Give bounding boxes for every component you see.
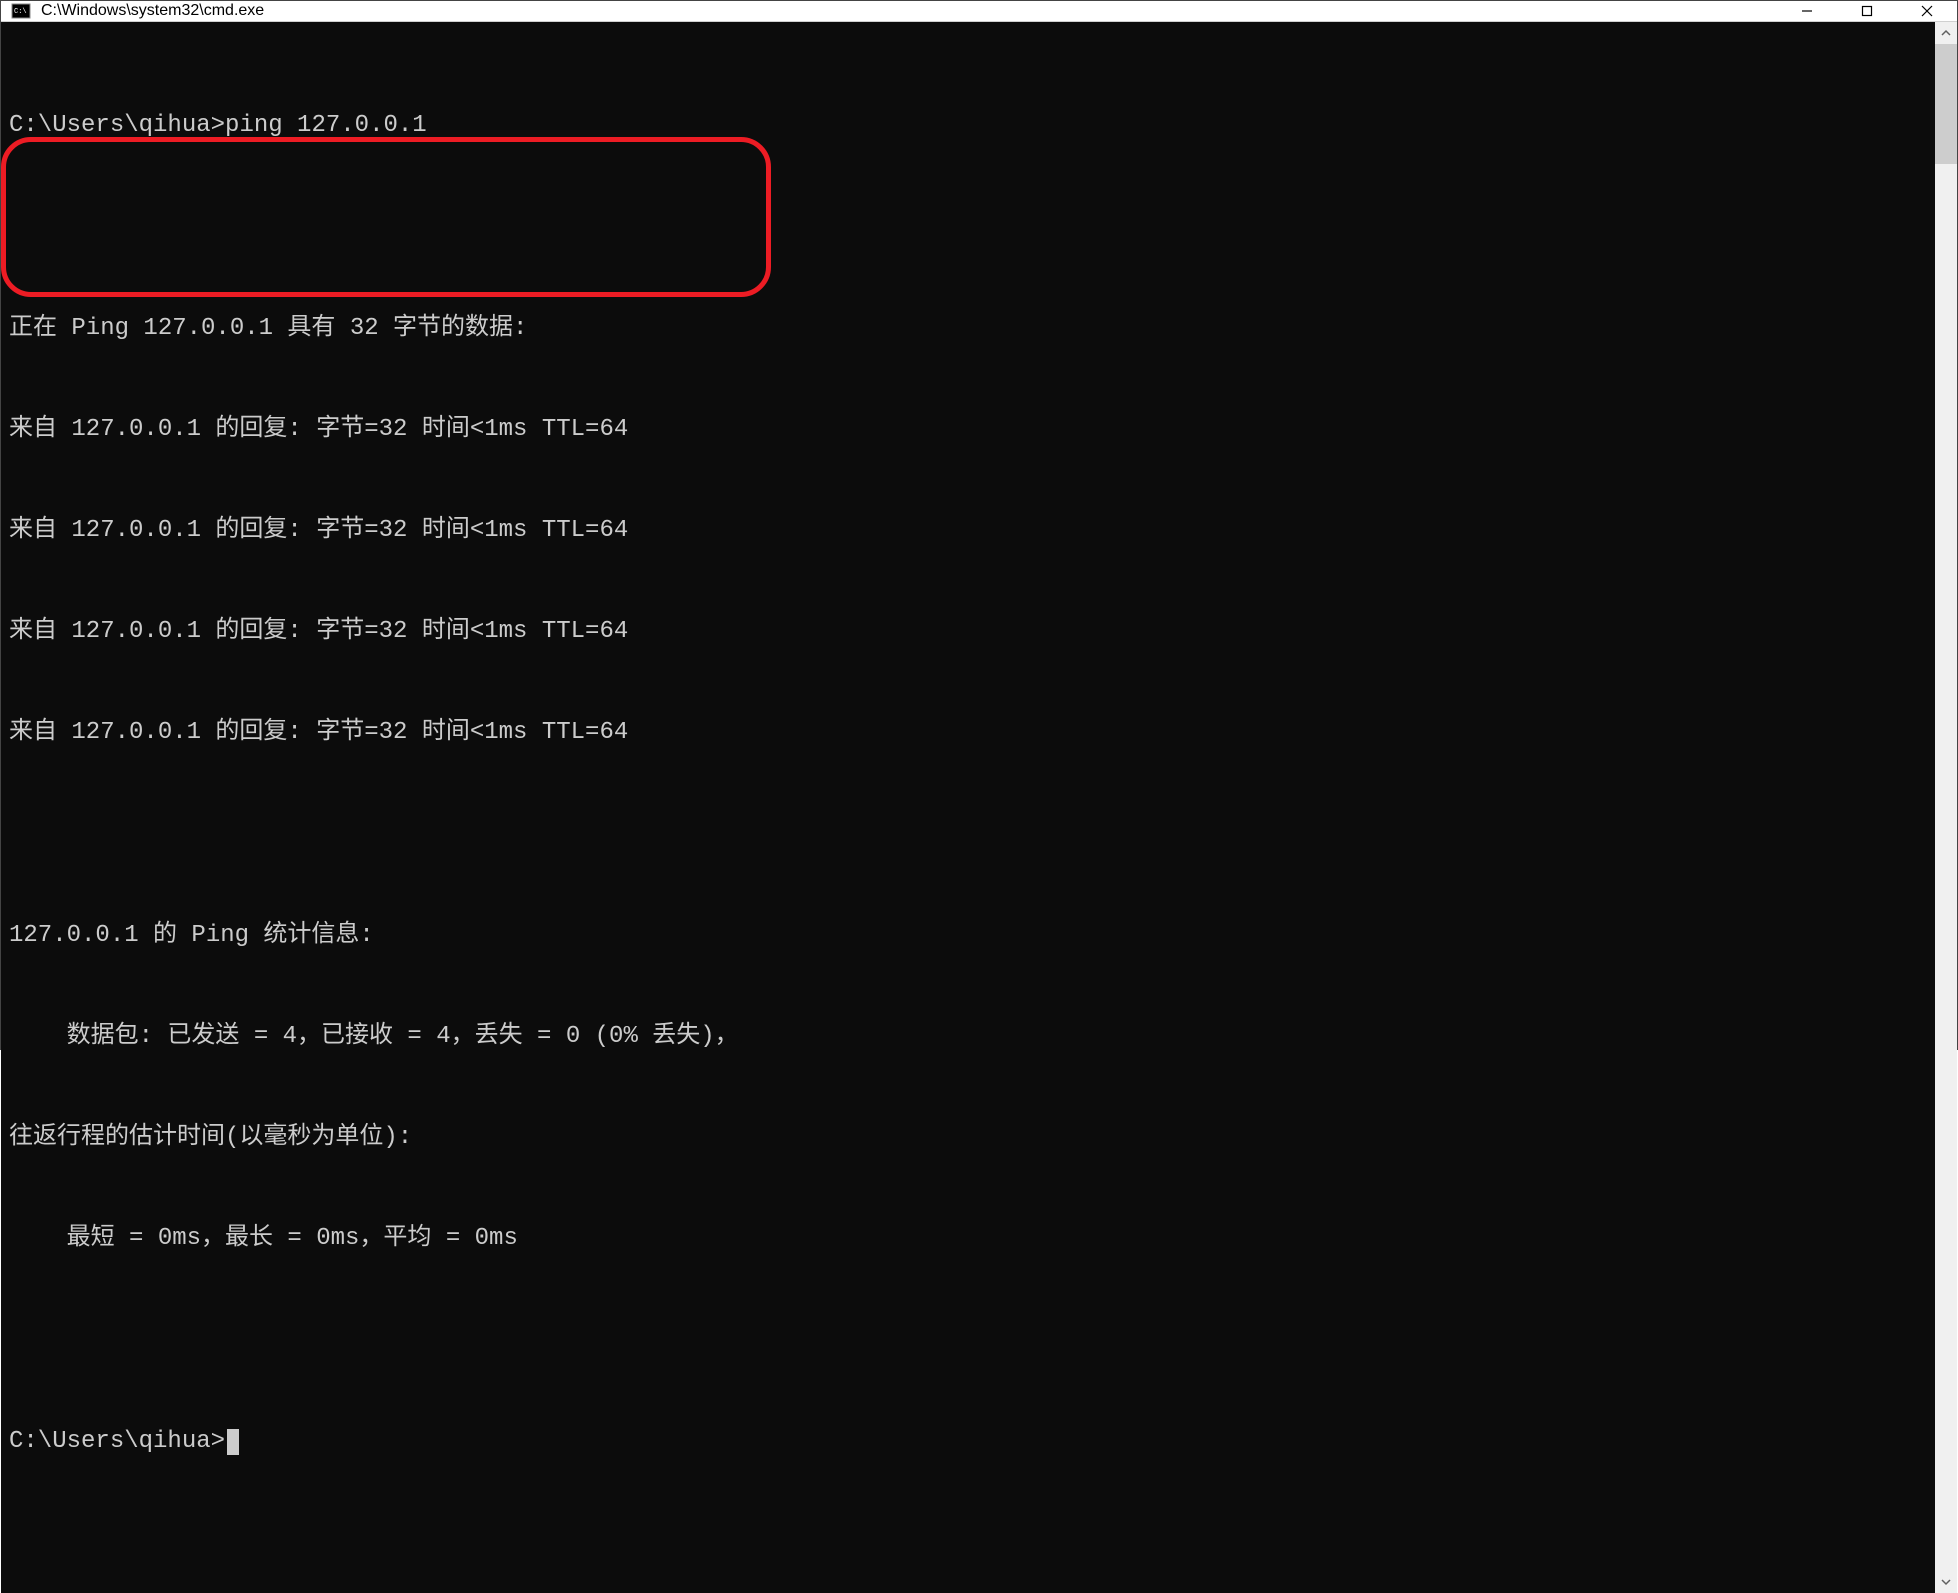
ping-reply: 来自 127.0.0.1 的回复: 字节=32 时间<1ms TTL=64 [9,716,1935,750]
content-wrapper: C:\Users\qihua>ping 127.0.0.1 正在 Ping 12… [1,22,1957,1593]
ping-reply: 来自 127.0.0.1 的回复: 字节=32 时间<1ms TTL=64 [9,413,1935,447]
prompt-path: C:\Users\qihua> [9,112,225,139]
blank-line [9,210,1935,244]
cmd-window: C:\ C:\Windows\system32\cmd.exe C:\Users… [0,0,1958,1050]
minimize-button[interactable] [1777,1,1837,21]
close-button[interactable] [1897,1,1957,21]
prompt-path: C:\Users\qihua> [9,1428,225,1455]
maximize-button[interactable] [1837,1,1897,21]
ping-reply: 来自 127.0.0.1 的回复: 字节=32 时间<1ms TTL=64 [9,514,1935,548]
blank-line [9,818,1935,852]
cmd-icon: C:\ [11,1,31,21]
stats-rtt-header: 往返行程的估计时间(以毫秒为单位): [9,1121,1935,1155]
scroll-up-button[interactable] [1935,22,1957,44]
ping-header: 正在 Ping 127.0.0.1 具有 32 字节的数据: [9,312,1935,346]
svg-text:C:\: C:\ [14,8,27,16]
titlebar[interactable]: C:\ C:\Windows\system32\cmd.exe [1,1,1957,22]
scroll-down-button[interactable] [1935,1571,1957,1593]
command-text: ping 127.0.0.1 [225,112,427,139]
window-title: C:\Windows\system32\cmd.exe [41,2,1777,20]
scrollbar-thumb[interactable] [1935,44,1957,164]
ping-reply: 来自 127.0.0.1 的回复: 字节=32 时间<1ms TTL=64 [9,615,1935,649]
prompt-line: C:\Users\qihua> [9,1425,1935,1459]
blank-line [9,1323,1935,1357]
stats-packets: 数据包: 已发送 = 4，已接收 = 4，丢失 = 0 (0% 丢失)， [9,1020,1935,1054]
stats-header: 127.0.0.1 的 Ping 统计信息: [9,919,1935,953]
stats-rtt-values: 最短 = 0ms，最长 = 0ms，平均 = 0ms [9,1222,1935,1256]
window-controls [1777,1,1957,21]
terminal-area[interactable]: C:\Users\qihua>ping 127.0.0.1 正在 Ping 12… [1,22,1935,1593]
scrollbar-track[interactable] [1935,44,1957,1571]
vertical-scrollbar[interactable] [1935,22,1957,1593]
cursor-icon [227,1429,239,1455]
command-line: C:\Users\qihua>ping 127.0.0.1 [9,109,1935,143]
